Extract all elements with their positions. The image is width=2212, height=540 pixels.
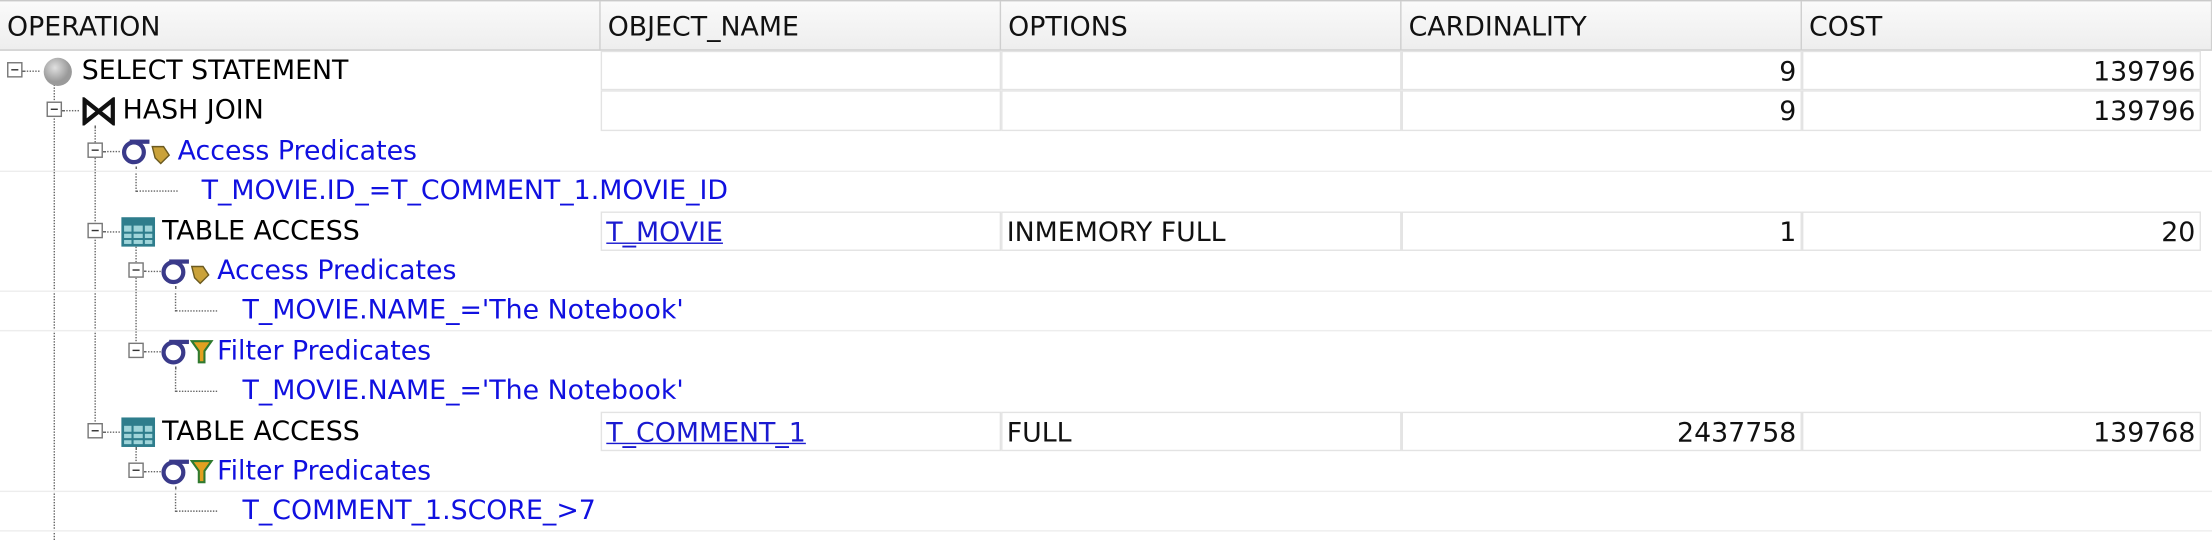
options-cell: INMEMORY FULL — [1001, 210, 1402, 251]
table-icon — [121, 216, 156, 252]
object-name-cell: T_COMMENT_1 — [600, 411, 1002, 452]
plan-row[interactable]: TABLE ACCESS T_COMMENT_1 FULL 2437758 13… — [0, 411, 2212, 452]
column-header-cost[interactable]: COST — [1802, 1, 2212, 50]
plan-row[interactable]: T_MOVIE.NAME_='The Notebook' — [0, 291, 2212, 331]
plan-row[interactable]: SELECT STATEMENT 9 139796 — [0, 50, 2212, 93]
cardinality-cell: 2437758 — [1401, 411, 1802, 452]
cardinality-cell: 1 — [1401, 210, 1802, 251]
row-divider — [0, 170, 2212, 173]
cost-cell: 20 — [1801, 210, 2202, 251]
operation-label: Access Predicates — [177, 135, 418, 167]
column-header-options[interactable]: OPTIONS — [1001, 1, 1402, 50]
collapse-toggle[interactable] — [128, 342, 144, 358]
plan-row[interactable]: Filter Predicates — [0, 331, 2212, 371]
column-header-object-name[interactable]: OBJECT_NAME — [601, 1, 1002, 50]
row-divider — [0, 290, 2212, 292]
access-predicates-icon — [161, 255, 215, 292]
collapse-toggle[interactable] — [46, 102, 63, 118]
operation-label: Filter Predicates — [217, 335, 432, 367]
row-divider — [0, 530, 2212, 532]
operation-label: TABLE ACCESS — [162, 215, 360, 247]
object-name-link[interactable]: T_COMMENT_1 — [606, 417, 806, 448]
column-header-bar: OPERATION OBJECT_NAME OPTIONS CARDINALIT… — [0, 0, 2212, 51]
cost-cell: 139796 — [1801, 90, 2202, 131]
options-cell: FULL — [1001, 411, 1402, 452]
explain-plan-grid: OPERATION OBJECT_NAME OPTIONS CARDINALIT… — [0, 0, 2212, 540]
cardinality-cell: 9 — [1401, 50, 1802, 91]
operation-label: HASH JOIN — [122, 95, 264, 127]
collapse-toggle[interactable] — [128, 462, 144, 478]
table-icon — [121, 416, 156, 452]
plan-row[interactable]: Filter Predicates — [0, 451, 2212, 491]
select-statement-icon — [42, 56, 73, 93]
hash-join-icon — [82, 96, 116, 132]
operation-label: TABLE ACCESS — [162, 415, 360, 447]
object-name-cell — [600, 90, 1002, 131]
plan-row[interactable]: T_MOVIE.NAME_='The Notebook' — [0, 371, 2212, 411]
collapse-toggle[interactable] — [87, 422, 103, 438]
options-cell — [1001, 90, 1402, 131]
plan-row[interactable]: HASH JOIN 9 139796 — [0, 90, 2212, 132]
predicate-text: T_MOVIE.NAME_='The Notebook' — [242, 375, 684, 407]
plan-row[interactable]: Access Predicates — [0, 251, 2212, 291]
plan-row[interactable]: TABLE ACCESS T_MOVIE INMEMORY FULL 1 20 — [0, 210, 2212, 252]
column-header-cardinality[interactable]: CARDINALITY — [1402, 1, 1802, 50]
row-divider — [0, 329, 2212, 332]
object-name-cell: T_MOVIE — [600, 210, 1002, 251]
predicate-text: T_MOVIE.NAME_='The Notebook' — [242, 295, 684, 327]
collapse-toggle[interactable] — [87, 142, 103, 158]
predicate-text: T_COMMENT_1.SCORE_>7 — [242, 495, 596, 527]
object-name-cell — [600, 50, 1002, 91]
cost-cell: 139796 — [1801, 50, 2202, 91]
options-cell — [1001, 50, 1402, 91]
predicate-text: T_MOVIE.ID_=T_COMMENT_1.MOVIE_ID — [201, 175, 729, 207]
cost-cell: 139768 — [1801, 411, 2202, 452]
collapse-toggle[interactable] — [7, 62, 23, 78]
row-divider — [0, 490, 2212, 493]
filter-predicates-icon — [161, 335, 215, 372]
access-predicates-icon — [121, 135, 175, 172]
operation-label: SELECT STATEMENT — [81, 54, 349, 87]
cardinality-cell: 9 — [1401, 90, 1802, 131]
column-header-operation[interactable]: OPERATION — [0, 1, 601, 50]
collapse-toggle[interactable] — [128, 262, 144, 278]
filter-predicates-icon — [161, 455, 215, 492]
plan-row[interactable]: T_MOVIE.ID_=T_COMMENT_1.MOVIE_ID — [0, 171, 2212, 211]
object-name-link[interactable]: T_MOVIE — [606, 217, 723, 248]
operation-label: Filter Predicates — [217, 455, 432, 487]
plan-row[interactable]: Access Predicates — [0, 131, 2212, 171]
collapse-toggle[interactable] — [87, 222, 103, 238]
plan-row[interactable]: T_COMMENT_1.SCORE_>7 — [0, 491, 2212, 531]
operation-label: Access Predicates — [217, 255, 457, 287]
